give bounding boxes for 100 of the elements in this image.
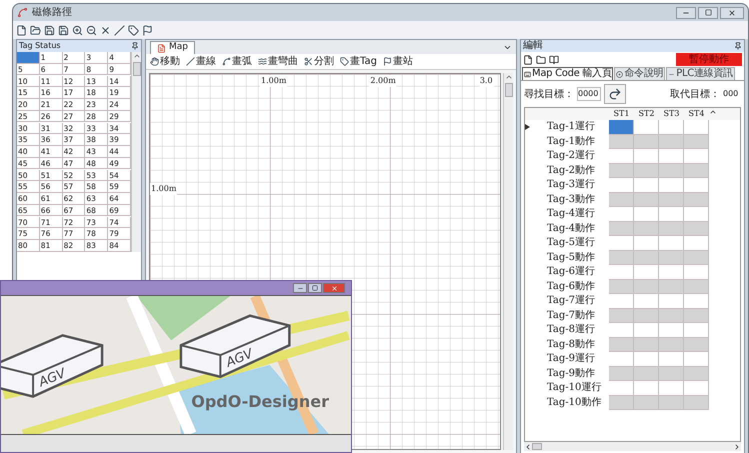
table-cell[interactable] bbox=[634, 192, 659, 207]
scroll-thumb[interactable] bbox=[132, 62, 140, 76]
new-icon[interactable] bbox=[16, 24, 27, 36]
document-icon[interactable] bbox=[549, 54, 559, 64]
table-cell[interactable] bbox=[609, 192, 634, 207]
table-cell[interactable] bbox=[659, 178, 684, 192]
table-cell[interactable] bbox=[609, 381, 634, 396]
table-cell[interactable] bbox=[634, 294, 659, 308]
tag-icon[interactable] bbox=[128, 24, 139, 36]
zoomin-icon[interactable] bbox=[72, 24, 83, 36]
saveas-icon[interactable] bbox=[58, 24, 69, 36]
table-cell[interactable] bbox=[609, 207, 634, 222]
table-cell[interactable] bbox=[684, 352, 709, 366]
map-tool-button[interactable]: 畫弧 bbox=[222, 56, 252, 68]
table-cell[interactable] bbox=[634, 308, 659, 323]
table-cell[interactable] bbox=[684, 222, 709, 236]
table-cell[interactable] bbox=[634, 149, 659, 164]
table-cell[interactable] bbox=[609, 149, 634, 164]
table-cell[interactable] bbox=[659, 192, 684, 207]
table-cell[interactable] bbox=[684, 323, 709, 338]
table-cell[interactable] bbox=[609, 308, 634, 323]
table-cell[interactable] bbox=[634, 265, 659, 280]
table-cell[interactable] bbox=[609, 323, 634, 338]
scroll-up-icon[interactable] bbox=[709, 108, 717, 116]
scroll-up-icon[interactable] bbox=[504, 73, 512, 81]
table-cell[interactable] bbox=[659, 149, 684, 164]
table-cell[interactable] bbox=[659, 338, 684, 352]
table-cell[interactable] bbox=[634, 222, 659, 236]
scrollbar[interactable] bbox=[503, 73, 513, 450]
table-cell[interactable] bbox=[659, 280, 684, 294]
scroll-right-icon[interactable] bbox=[733, 442, 741, 450]
table-cell[interactable] bbox=[609, 120, 634, 134]
table-cell[interactable] bbox=[634, 352, 659, 366]
scroll-thumb[interactable] bbox=[532, 443, 542, 450]
table-cell[interactable] bbox=[684, 164, 709, 178]
table-cell[interactable] bbox=[634, 323, 659, 338]
table-cell[interactable] bbox=[659, 207, 684, 222]
table-cell[interactable] bbox=[634, 280, 659, 294]
table-cell[interactable] bbox=[659, 265, 684, 280]
table-cell[interactable] bbox=[609, 134, 634, 149]
pin-icon[interactable] bbox=[131, 42, 139, 50]
table-cell[interactable] bbox=[684, 178, 709, 192]
maximize-button[interactable] bbox=[308, 283, 322, 293]
map-tool-button[interactable]: 畫彎曲 bbox=[258, 56, 298, 68]
table-cell[interactable] bbox=[659, 308, 684, 323]
table-cell[interactable] bbox=[659, 294, 684, 308]
table-cell[interactable] bbox=[659, 381, 684, 396]
map-tool-button[interactable]: 畫Tag bbox=[340, 56, 377, 68]
new-icon[interactable] bbox=[523, 54, 533, 64]
scrollbar[interactable] bbox=[131, 52, 141, 252]
table-cell[interactable] bbox=[659, 236, 684, 250]
table-cell[interactable] bbox=[684, 134, 709, 149]
table-cell[interactable] bbox=[659, 250, 684, 265]
table-cell[interactable] bbox=[684, 236, 709, 250]
editor-tab[interactable]: 命令說明 bbox=[614, 67, 666, 80]
table-cell[interactable] bbox=[659, 323, 684, 338]
table-cell[interactable] bbox=[684, 381, 709, 396]
table-cell[interactable] bbox=[634, 236, 659, 250]
table-cell[interactable] bbox=[609, 352, 634, 366]
minimize-button[interactable] bbox=[676, 6, 696, 18]
table-cell[interactable] bbox=[684, 294, 709, 308]
table-cell[interactable] bbox=[634, 207, 659, 222]
table-cell[interactable] bbox=[659, 164, 684, 178]
table-cell[interactable] bbox=[609, 366, 634, 381]
table-cell[interactable] bbox=[684, 396, 709, 410]
close-button[interactable] bbox=[720, 6, 744, 18]
table-cell[interactable] bbox=[659, 352, 684, 366]
map-tab[interactable]: Map bbox=[150, 41, 195, 54]
table-cell[interactable] bbox=[609, 294, 634, 308]
table-cell[interactable] bbox=[609, 164, 634, 178]
save-icon[interactable] bbox=[44, 24, 55, 36]
table-cell[interactable] bbox=[634, 250, 659, 265]
table-cell[interactable] bbox=[634, 120, 659, 134]
table-cell[interactable] bbox=[684, 149, 709, 164]
map-tool-button[interactable]: 畫線 bbox=[186, 56, 216, 68]
tag-cell[interactable] bbox=[17, 52, 40, 64]
table-cell[interactable] bbox=[609, 280, 634, 294]
table-cell[interactable] bbox=[634, 134, 659, 149]
table-cell[interactable] bbox=[684, 120, 709, 134]
fit-icon[interactable] bbox=[100, 24, 111, 36]
table-cell[interactable] bbox=[634, 178, 659, 192]
line-icon[interactable] bbox=[114, 24, 125, 36]
folder-icon[interactable] bbox=[536, 54, 546, 64]
map-tool-button[interactable]: 移動 bbox=[150, 56, 180, 68]
table-cell[interactable] bbox=[609, 222, 634, 236]
table-cell[interactable] bbox=[634, 381, 659, 396]
find-field[interactable]: 0000 bbox=[577, 87, 601, 101]
table-cell[interactable] bbox=[684, 308, 709, 323]
table-cell[interactable] bbox=[684, 280, 709, 294]
table-cell[interactable] bbox=[684, 250, 709, 265]
dropdown-icon[interactable] bbox=[503, 43, 512, 52]
table-cell[interactable] bbox=[659, 222, 684, 236]
table-cell[interactable] bbox=[609, 396, 634, 410]
table-cell[interactable] bbox=[684, 366, 709, 381]
table-cell[interactable] bbox=[609, 338, 634, 352]
pin-icon[interactable] bbox=[734, 42, 742, 50]
table-cell[interactable] bbox=[659, 366, 684, 381]
table-cell[interactable] bbox=[634, 164, 659, 178]
table-cell[interactable] bbox=[659, 396, 684, 410]
replace-button[interactable] bbox=[604, 84, 626, 104]
